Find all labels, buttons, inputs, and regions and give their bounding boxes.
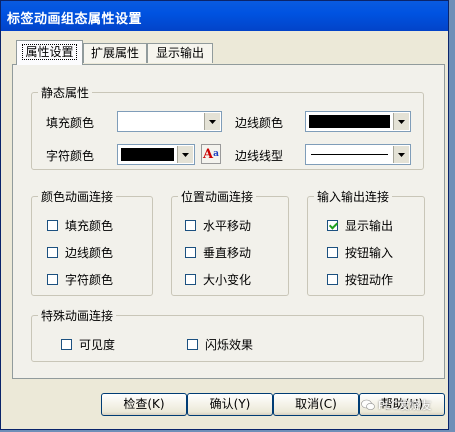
font-icon[interactable]: Aa <box>201 144 221 164</box>
checkbox-button-input[interactable]: 按钮输入 <box>327 244 393 261</box>
border-color-swatch <box>309 115 390 128</box>
border-style-dropdown-icon[interactable] <box>393 146 409 163</box>
checkbox-display-output-label: 显示输出 <box>345 219 394 233</box>
border-color-label: 边线颜色 <box>235 116 284 130</box>
wechat-icon <box>361 399 375 411</box>
tab-extended[interactable]: 扩展属性 <box>83 43 147 63</box>
checkbox-char-color-label: 字符颜色 <box>65 273 114 287</box>
special-animation-group: 特殊动画连接 <box>31 307 424 362</box>
checkbox-horizontal-move[interactable]: 水平移动 <box>185 217 251 234</box>
color-animation-legend: 颜色动画连接 <box>41 190 114 204</box>
checkbox-button-input-label: 按钮输入 <box>345 246 394 260</box>
checkbox-blink-effect-box[interactable] <box>187 339 198 350</box>
tab-extended-label: 扩展属性 <box>90 46 139 60</box>
window-title: 标签动画组态属性设置 <box>7 12 143 27</box>
checkbox-size-change-box[interactable] <box>185 274 196 285</box>
check-button[interactable]: 检查(K) <box>101 393 187 416</box>
checkbox-border-color-box[interactable] <box>47 247 58 258</box>
checkbox-display-output-box[interactable] <box>327 220 338 231</box>
title-bar[interactable]: 标签动画组态属性设置 <box>1 1 448 31</box>
checkbox-char-color[interactable]: 字符颜色 <box>47 271 113 288</box>
fill-color-combo[interactable] <box>117 111 222 132</box>
char-color-label: 字符颜色 <box>46 149 95 163</box>
font-icon-a-small: a <box>213 149 219 159</box>
checkbox-size-change[interactable]: 大小变化 <box>185 271 251 288</box>
checkbox-fill-color-label: 填充颜色 <box>65 219 114 233</box>
checkbox-button-action-label: 按钮动作 <box>345 273 394 287</box>
tab-display-output[interactable]: 显示输出 <box>147 43 213 63</box>
checkbox-horizontal-move-box[interactable] <box>185 220 196 231</box>
checkbox-horizontal-move-label: 水平移动 <box>203 219 252 233</box>
char-color-dropdown-icon[interactable] <box>177 146 193 163</box>
tab-properties-label: 属性设置 <box>22 44 77 60</box>
checkbox-vertical-move-label: 垂直移动 <box>203 246 252 260</box>
checkbox-button-action-box[interactable] <box>327 274 338 285</box>
tab-display-output-label: 显示输出 <box>155 46 204 60</box>
char-color-swatch <box>121 148 174 161</box>
checkbox-visibility[interactable]: 可见度 <box>61 336 115 353</box>
dialog-window: 标签动画组态属性设置 属性设置 扩展属性 显示输出 静态属性 填充颜色 边线颜色 <box>0 0 449 430</box>
checkbox-vertical-move[interactable]: 垂直移动 <box>185 244 251 261</box>
watermark-text: PLC发烧友 <box>378 399 432 412</box>
checkbox-char-color-box[interactable] <box>47 274 58 285</box>
confirm-button[interactable]: 确认(Y) <box>187 393 273 416</box>
position-animation-legend: 位置动画连接 <box>181 190 254 204</box>
checkbox-blink-effect-label: 闪烁效果 <box>205 338 254 352</box>
cancel-button[interactable]: 取消(C) <box>273 393 359 416</box>
border-style-combo[interactable] <box>305 144 411 165</box>
font-icon-a: A <box>203 147 214 162</box>
checkbox-button-action[interactable]: 按钮动作 <box>327 271 393 288</box>
char-color-combo[interactable] <box>117 144 195 165</box>
fill-color-label: 填充颜色 <box>46 116 95 130</box>
checkbox-size-change-label: 大小变化 <box>203 273 252 287</box>
checkbox-border-color-label: 边线颜色 <box>65 246 114 260</box>
fill-color-dropdown-icon[interactable] <box>204 113 220 130</box>
border-color-dropdown-icon[interactable] <box>393 113 409 130</box>
tab-panel: 静态属性 填充颜色 边线颜色 字符颜色 Aa 边线线型 颜色动画连接 填充颜色 … <box>12 64 445 379</box>
checkbox-display-output[interactable]: 显示输出 <box>327 217 393 234</box>
border-style-label: 边线线型 <box>235 149 284 163</box>
checkbox-fill-color-box[interactable] <box>47 220 58 231</box>
border-style-line <box>309 148 390 161</box>
static-properties-legend: 静态属性 <box>41 86 90 100</box>
checkbox-button-input-box[interactable] <box>327 247 338 258</box>
checkbox-visibility-label: 可见度 <box>79 338 116 352</box>
checkbox-visibility-box[interactable] <box>61 339 72 350</box>
fill-color-swatch <box>121 115 201 128</box>
watermark: PLC发烧友 <box>361 397 431 413</box>
tab-properties[interactable]: 属性设置 <box>16 40 83 65</box>
checkbox-blink-effect[interactable]: 闪烁效果 <box>187 336 253 353</box>
border-color-combo[interactable] <box>305 111 411 132</box>
io-connection-legend: 输入输出连接 <box>317 190 390 204</box>
checkbox-vertical-move-box[interactable] <box>185 247 196 258</box>
checkbox-border-color[interactable]: 边线颜色 <box>47 244 113 261</box>
special-animation-legend: 特殊动画连接 <box>41 309 114 323</box>
checkbox-fill-color[interactable]: 填充颜色 <box>47 217 113 234</box>
